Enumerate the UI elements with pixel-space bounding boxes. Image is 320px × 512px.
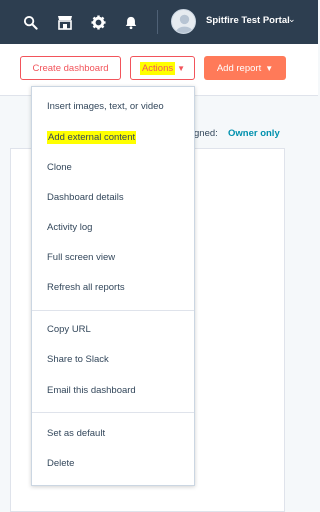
gear-icon[interactable] xyxy=(88,12,108,32)
menu-item-clone[interactable]: Clone xyxy=(47,162,72,173)
menu-item-copy-url[interactable]: Copy URL xyxy=(47,324,91,335)
bell-icon[interactable] xyxy=(121,12,141,32)
menu-item-add-external-content[interactable]: Add external content xyxy=(47,131,137,144)
top-nav-bar: Spitfire Test Portal ⌄ xyxy=(0,0,318,44)
menu-item-refresh-reports[interactable]: Refresh all reports xyxy=(47,282,125,293)
marketplace-icon[interactable] xyxy=(55,12,75,32)
search-icon[interactable] xyxy=(20,12,40,32)
menu-item-share-slack[interactable]: Share to Slack xyxy=(47,354,109,365)
caret-down-icon: ▼ xyxy=(177,63,186,73)
menu-item-email-dashboard[interactable]: Email this dashboard xyxy=(47,385,136,396)
create-dashboard-button[interactable]: Create dashboard xyxy=(20,56,121,80)
menu-item-set-default[interactable]: Set as default xyxy=(47,428,105,439)
actions-menu: Insert images, text, or video Add extern… xyxy=(31,86,195,486)
avatar[interactable] xyxy=(171,9,196,34)
chevron-down-icon[interactable]: ⌄ xyxy=(288,14,296,25)
menu-item-delete[interactable]: Delete xyxy=(47,458,74,469)
nav-divider xyxy=(157,10,158,34)
menu-divider xyxy=(32,310,194,311)
assigned-filter-label: gned: xyxy=(194,128,218,139)
add-report-button[interactable]: Add report ▼ xyxy=(204,56,286,80)
menu-item-full-screen[interactable]: Full screen view xyxy=(47,252,115,263)
menu-item-insert-media[interactable]: Insert images, text, or video xyxy=(47,101,164,112)
actions-button[interactable]: Actions ▼ xyxy=(130,56,195,80)
portal-name[interactable]: Spitfire Test Portal xyxy=(206,15,290,26)
menu-divider xyxy=(32,412,194,413)
actions-label: Actions xyxy=(139,61,176,75)
menu-item-activity-log[interactable]: Activity log xyxy=(47,222,92,233)
owner-only-link[interactable]: Owner only xyxy=(228,128,280,139)
menu-item-dashboard-details[interactable]: Dashboard details xyxy=(47,192,124,203)
caret-down-icon: ▼ xyxy=(265,63,274,73)
